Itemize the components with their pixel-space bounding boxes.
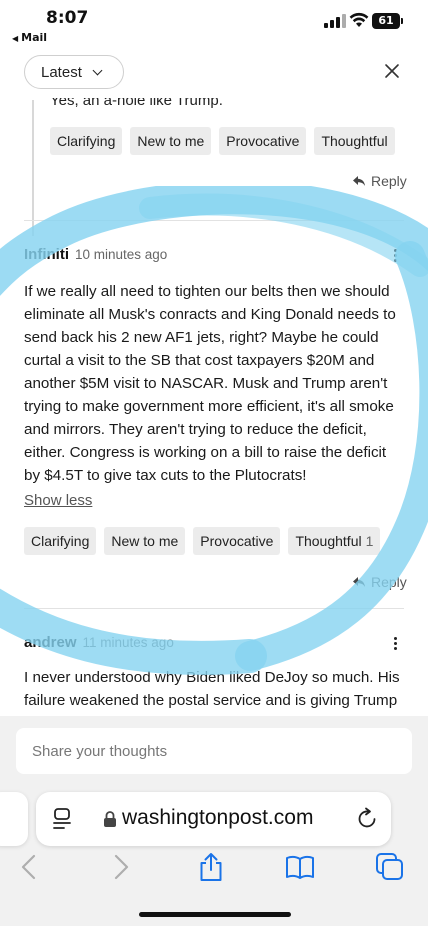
reaction-clarifying[interactable]: Clarifying bbox=[50, 127, 123, 155]
status-time: 8:07 bbox=[46, 8, 89, 28]
url-text[interactable]: washingtonpost.com bbox=[122, 806, 313, 830]
battery-indicator: 61 bbox=[372, 13, 403, 29]
reaction-provocative[interactable]: Provocative bbox=[219, 127, 307, 155]
cellular-signal-icon bbox=[324, 14, 346, 28]
reply-label: Reply bbox=[371, 173, 407, 189]
reaction-label: Provocative bbox=[200, 533, 274, 549]
comment-author-andrew[interactable]: andrew 11 minutes ago bbox=[24, 634, 174, 651]
comment-reactions: Clarifying New to me Provocative Thought… bbox=[24, 527, 381, 555]
back-triangle-icon: ◀ bbox=[12, 34, 19, 43]
reply-arrow-icon bbox=[353, 577, 365, 587]
comments-list[interactable]: Yes, an a-hole like Trump. Clarifying Ne… bbox=[0, 46, 428, 716]
reaction-label: Clarifying bbox=[31, 533, 90, 549]
comment-time: 10 minutes ago bbox=[75, 247, 168, 262]
home-indicator bbox=[139, 912, 291, 917]
author-name: Infiniti bbox=[24, 246, 69, 263]
reaction-label: New to me bbox=[111, 533, 179, 549]
comment-divider bbox=[24, 608, 404, 609]
more-options-icon[interactable] bbox=[394, 249, 398, 263]
thread-line bbox=[32, 100, 34, 236]
comment-time: 11 minutes ago bbox=[82, 635, 174, 650]
wifi-icon bbox=[349, 12, 369, 27]
page-menu-icon[interactable] bbox=[52, 808, 72, 830]
close-icon[interactable] bbox=[381, 60, 403, 82]
back-app-label: Mail bbox=[21, 31, 48, 44]
tabs-icon[interactable] bbox=[375, 852, 405, 882]
bookmarks-icon[interactable] bbox=[285, 852, 315, 882]
browser-chrome: washingtonpost.com bbox=[0, 784, 428, 926]
reply-button[interactable]: Reply bbox=[352, 574, 407, 590]
reaction-thoughtful[interactable]: Thoughtful bbox=[314, 127, 395, 155]
comment-author-infiniti[interactable]: Infiniti 10 minutes ago bbox=[24, 246, 167, 263]
sort-dropdown[interactable]: Latest bbox=[24, 55, 124, 89]
reply-button[interactable]: Reply bbox=[352, 173, 407, 189]
reload-icon[interactable] bbox=[357, 807, 379, 831]
comments-header: Latest bbox=[0, 46, 428, 98]
back-icon[interactable] bbox=[14, 852, 44, 882]
reaction-clarifying[interactable]: Clarifying bbox=[24, 527, 97, 555]
compose-area: Share your thoughts bbox=[0, 716, 428, 784]
reaction-new-to-me[interactable]: New to me bbox=[130, 127, 212, 155]
comment-divider bbox=[24, 220, 404, 221]
comment-body: If we really all need to tighten our bel… bbox=[24, 283, 396, 484]
reaction-provocative[interactable]: Provocative bbox=[193, 527, 281, 555]
reply-label: Reply bbox=[371, 574, 407, 590]
share-thoughts-input[interactable]: Share your thoughts bbox=[16, 728, 412, 774]
back-to-app-link[interactable]: ◀ Mail bbox=[12, 31, 47, 44]
share-icon[interactable] bbox=[196, 852, 226, 882]
previous-comment-reactions: Clarifying New to me Provocative Thought… bbox=[50, 127, 395, 155]
reaction-thoughtful[interactable]: Thoughtful 1 bbox=[288, 527, 381, 555]
more-options-icon[interactable] bbox=[394, 637, 398, 651]
reaction-label: Thoughtful bbox=[295, 533, 362, 549]
address-bar[interactable]: washingtonpost.com bbox=[36, 792, 391, 846]
author-name: andrew bbox=[24, 634, 77, 651]
status-bar: 8:07 ◀ Mail 61 bbox=[0, 0, 428, 46]
reaction-count: 1 bbox=[365, 533, 374, 549]
chevron-down-icon bbox=[92, 65, 103, 75]
comment-body: I never understood why Biden liked DeJoy… bbox=[24, 669, 400, 709]
previous-tab-bar[interactable] bbox=[0, 792, 28, 846]
lock-icon bbox=[104, 811, 116, 827]
reply-arrow-icon bbox=[353, 176, 365, 186]
reaction-new-to-me[interactable]: New to me bbox=[104, 527, 186, 555]
forward-icon[interactable] bbox=[106, 852, 136, 882]
show-less-link[interactable]: Show less bbox=[24, 492, 92, 509]
sort-label: Latest bbox=[41, 63, 82, 81]
